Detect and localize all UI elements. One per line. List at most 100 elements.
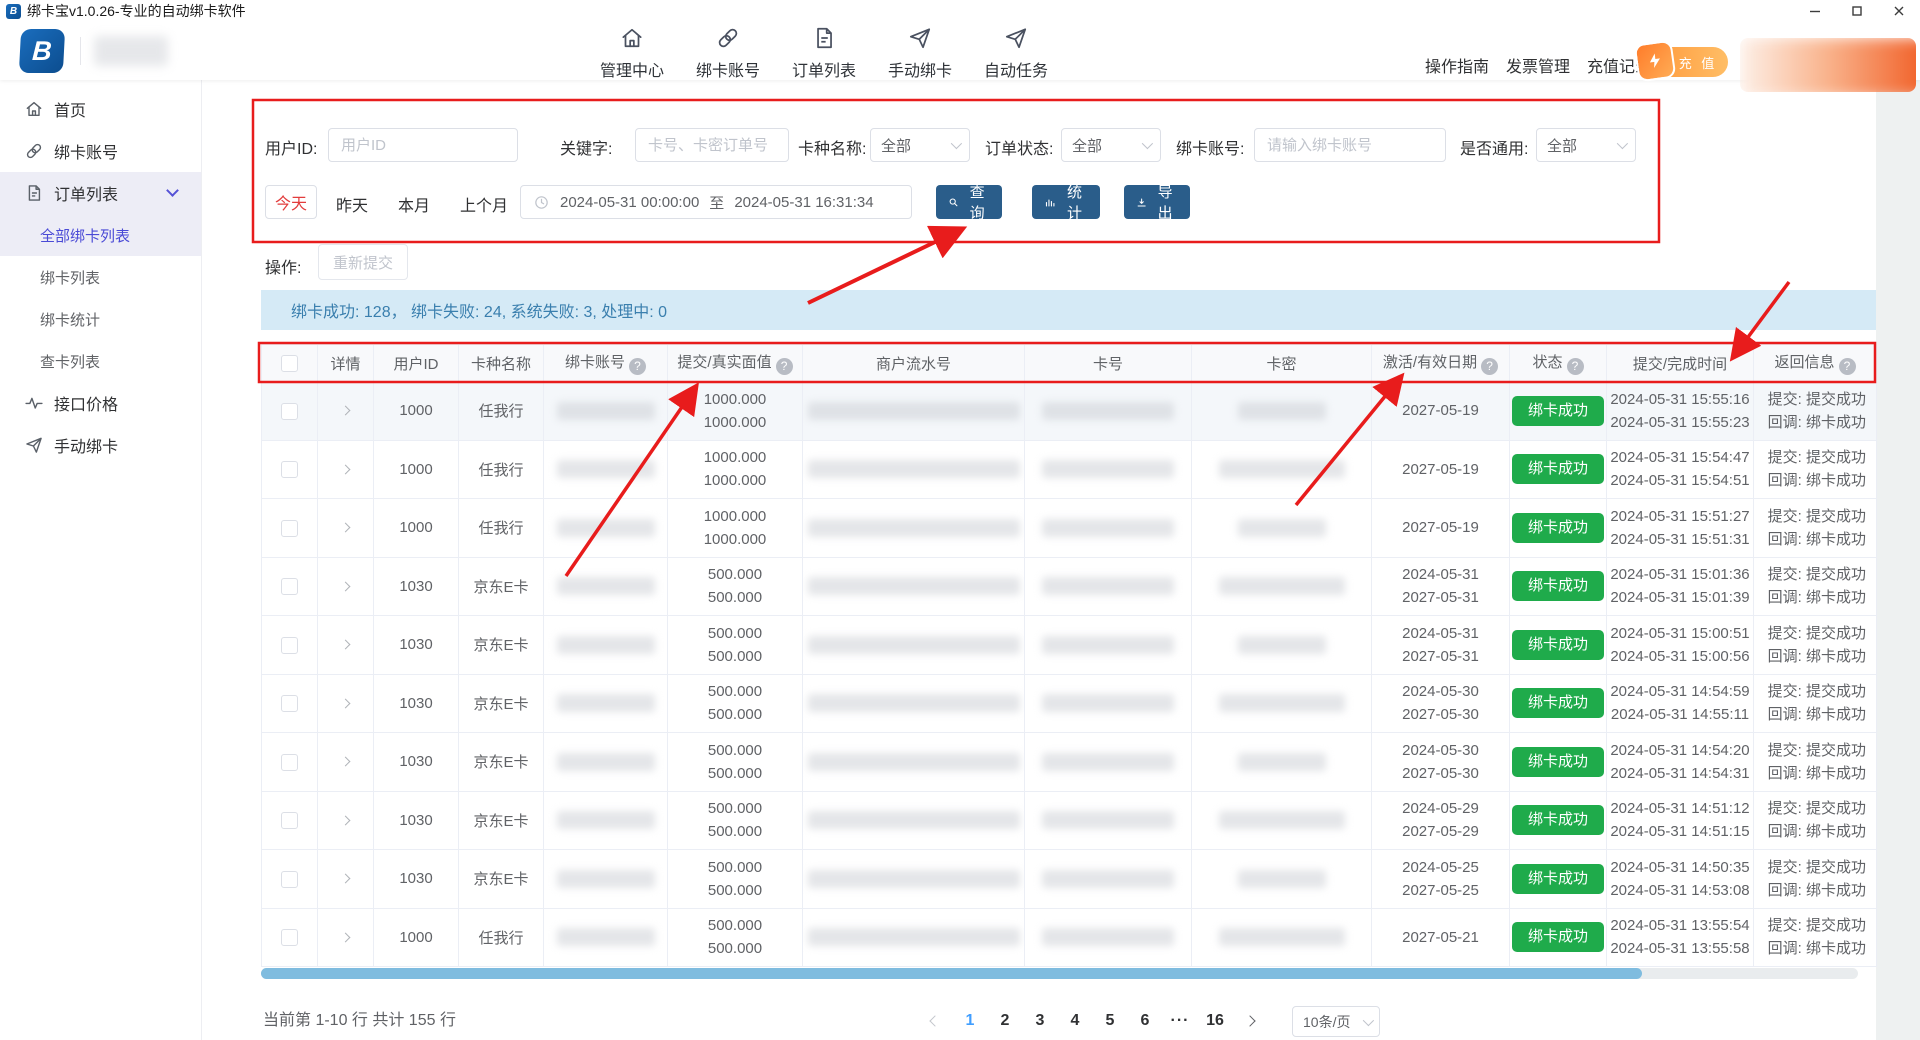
expand-row-button[interactable] — [336, 810, 356, 830]
sidebar-item-label: 手动绑卡 — [54, 433, 118, 457]
cell-merchant-serial — [803, 908, 1025, 967]
row-checkbox[interactable] — [281, 754, 298, 771]
quick-range-yesterday[interactable]: 昨天 — [336, 192, 368, 216]
expand-row-button[interactable] — [336, 752, 356, 772]
row-checkbox[interactable] — [281, 695, 298, 712]
sidebar-subitem-bind-list[interactable]: 绑卡列表 — [0, 256, 201, 298]
redacted-value — [1042, 577, 1174, 595]
nav-item-auto-tasks[interactable]: 自动任务 — [982, 25, 1050, 81]
quick-range-today[interactable]: 今天 — [265, 185, 317, 219]
cell-return-info: 提交: 提交成功回调: 绑卡成功 — [1754, 499, 1877, 558]
quick-range-this-month[interactable]: 本月 — [398, 192, 430, 216]
prev-page-button[interactable] — [920, 1005, 950, 1037]
help-icon[interactable]: ? — [1839, 358, 1856, 375]
close-button[interactable] — [1878, 0, 1920, 22]
minimize-button[interactable] — [1794, 0, 1836, 22]
cell-card-type: 京东E卡 — [459, 616, 544, 675]
link-operation-guide[interactable]: 操作指南 — [1425, 53, 1489, 77]
cell-active-expire-date: 2024-05-312027-05-31 — [1372, 616, 1510, 675]
query-button[interactable]: 查 询 — [936, 185, 1002, 219]
quick-range-last-month[interactable]: 上个月 — [460, 192, 508, 216]
cell-merchant-serial — [803, 499, 1025, 558]
horizontal-scrollbar-track[interactable] — [261, 968, 1858, 979]
keyword-input[interactable] — [635, 128, 789, 162]
link-invoice-management[interactable]: 发票管理 — [1506, 53, 1570, 77]
sidebar-item-order-list[interactable]: 订单列表 — [0, 172, 201, 214]
stats-button[interactable]: 统 计 — [1032, 185, 1100, 219]
nav-item-bind-accounts[interactable]: 绑卡账号 — [694, 25, 762, 81]
page-size-select[interactable]: 10条/页 — [1292, 1006, 1380, 1037]
table-row: 1030 京东E卡 500.000500.000 2024-05-302027-… — [262, 674, 1877, 733]
page-ellipsis[interactable]: ··· — [1165, 1005, 1195, 1037]
sidebar-item-manual-bind[interactable]: 手动绑卡 — [0, 424, 201, 466]
page-button-2[interactable]: 2 — [990, 1005, 1020, 1037]
expand-row-button[interactable] — [336, 576, 356, 596]
help-icon[interactable]: ? — [1567, 358, 1584, 375]
export-button[interactable]: 导 出 — [1124, 185, 1190, 219]
bind-account-input[interactable] — [1254, 128, 1446, 162]
cell-active-expire-date: 2027-05-19 — [1372, 499, 1510, 558]
nav-item-order-list[interactable]: 订单列表 — [790, 25, 858, 81]
recharge-button[interactable]: 充 值 — [1652, 47, 1728, 77]
row-checkbox[interactable] — [281, 812, 298, 829]
row-checkbox[interactable] — [281, 461, 298, 478]
row-checkbox[interactable] — [281, 403, 298, 420]
cell-user-id: 1000 — [374, 908, 459, 967]
universal-select[interactable]: 全部 — [1536, 128, 1636, 162]
cell-submit-finish-time: 2024-05-31 15:54:472024-05-31 15:54:51 — [1607, 440, 1754, 499]
cell-active-expire-date: 2024-05-312027-05-31 — [1372, 557, 1510, 616]
sidebar-subitem-all-bind-list[interactable]: 全部绑卡列表 — [0, 214, 201, 256]
cell-submit-finish-time: 2024-05-31 14:54:202024-05-31 14:54:31 — [1607, 733, 1754, 792]
sidebar-item-label: 绑卡账号 — [54, 139, 118, 163]
page-button-last[interactable]: 16 — [1200, 1005, 1230, 1037]
expand-row-button[interactable] — [336, 401, 356, 421]
sidebar-subitem-card-query-list[interactable]: 查卡列表 — [0, 340, 201, 382]
horizontal-scrollbar-thumb[interactable] — [261, 968, 1642, 979]
cell-card-secret — [1192, 908, 1372, 967]
expand-row-button[interactable] — [336, 869, 356, 889]
expand-row-button[interactable] — [336, 927, 356, 947]
orders-table: 详情 用户ID 卡种名称 绑卡账号? 提交/真实面值? 商户流水号 卡号 卡密 … — [261, 344, 1876, 967]
row-checkbox[interactable] — [281, 520, 298, 537]
resubmit-button[interactable]: 重新提交 — [318, 244, 408, 280]
cell-return-info: 提交: 提交成功回调: 绑卡成功 — [1754, 616, 1877, 675]
sidebar-item-home[interactable]: 首页 — [0, 88, 201, 130]
redacted-account-info[interactable] — [1740, 38, 1916, 92]
page-button-4[interactable]: 4 — [1060, 1005, 1090, 1037]
page-button-1[interactable]: 1 — [955, 1005, 985, 1037]
select-all-checkbox[interactable] — [281, 355, 298, 372]
sidebar-subitem-label: 查卡列表 — [40, 351, 100, 372]
row-checkbox[interactable] — [281, 637, 298, 654]
help-icon[interactable]: ? — [1481, 358, 1498, 375]
window-title: 绑卡宝v1.0.26-专业的自动绑卡软件 — [27, 1, 246, 21]
next-page-button[interactable] — [1235, 1005, 1265, 1037]
help-icon[interactable]: ? — [629, 358, 646, 375]
sidebar-item-api-price[interactable]: 接口价格 — [0, 382, 201, 424]
row-checkbox[interactable] — [281, 871, 298, 888]
nav-item-management-center[interactable]: 管理中心 — [598, 25, 666, 81]
sidebar-subitem-bind-stats[interactable]: 绑卡统计 — [0, 298, 201, 340]
date-range-picker[interactable]: 2024-05-31 00:00:00 至 2024-05-31 16:31:3… — [520, 185, 912, 219]
sidebar-item-bind-accounts[interactable]: 绑卡账号 — [0, 130, 201, 172]
redacted-value — [557, 519, 655, 537]
page-button-3[interactable]: 3 — [1025, 1005, 1055, 1037]
summary-bar: 绑卡成功: 128， 绑卡失败: 24, 系统失败: 3, 处理中: 0 — [261, 290, 1876, 330]
maximize-button[interactable] — [1836, 0, 1878, 22]
row-checkbox[interactable] — [281, 929, 298, 946]
status-badge: 绑卡成功 — [1512, 454, 1604, 484]
expand-row-button[interactable] — [336, 635, 356, 655]
cell-bind-account — [544, 440, 668, 499]
help-icon[interactable]: ? — [776, 358, 793, 375]
page-button-6[interactable]: 6 — [1130, 1005, 1160, 1037]
expand-row-button[interactable] — [336, 459, 356, 479]
user-id-input[interactable] — [328, 128, 518, 162]
order-status-select[interactable]: 全部 — [1061, 128, 1161, 162]
card-type-select[interactable]: 全部 — [870, 128, 970, 162]
redacted-value — [808, 460, 1020, 478]
nav-item-manual-bind[interactable]: 手动绑卡 — [886, 25, 954, 81]
row-checkbox[interactable] — [281, 578, 298, 595]
expand-row-button[interactable] — [336, 518, 356, 538]
expand-row-button[interactable] — [336, 693, 356, 713]
cell-active-expire-date: 2024-05-252027-05-25 — [1372, 850, 1510, 909]
page-button-5[interactable]: 5 — [1095, 1005, 1125, 1037]
